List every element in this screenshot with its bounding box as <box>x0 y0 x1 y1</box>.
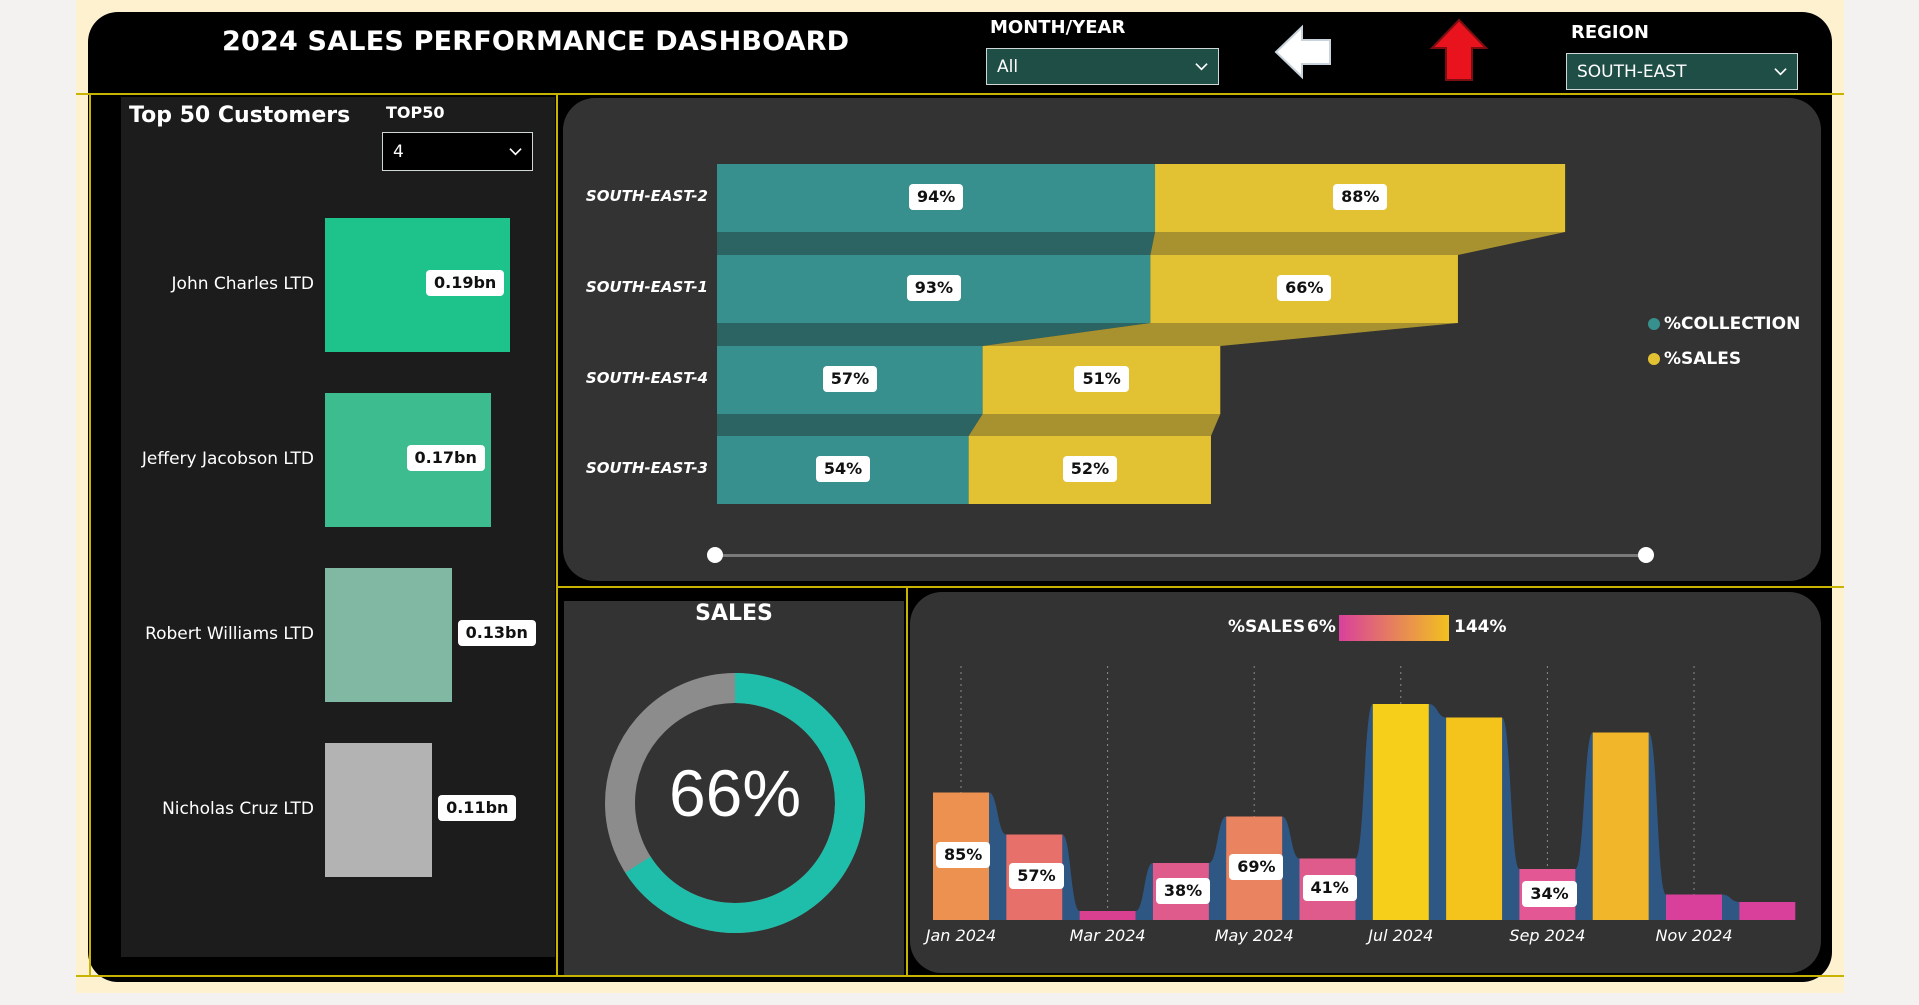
collection-value-label: 54% <box>815 456 871 482</box>
region-category-label: SOUTH-EAST-4 <box>585 369 708 387</box>
region-label: REGION <box>1571 22 1649 43</box>
guide-line <box>556 93 558 977</box>
month-bar <box>1666 894 1722 920</box>
month-bar <box>1372 704 1429 920</box>
customer-bar <box>325 568 452 702</box>
chevron-down-icon <box>509 148 522 156</box>
ribbon-connector <box>1062 834 1080 920</box>
customer-value-label: 0.11bn <box>438 795 517 821</box>
x-tick-label: Sep 2024 <box>1509 926 1586 945</box>
customer-value-label: 0.13bn <box>457 620 536 646</box>
month-year-label: MONTH/YEAR <box>990 17 1126 38</box>
legend-sales-label: %SALES <box>1664 349 1742 369</box>
region-category-label: SOUTH-EAST-2 <box>585 187 708 205</box>
month-value-label: 57% <box>1009 863 1064 890</box>
collection-value-label: 57% <box>822 366 878 392</box>
bottom-strip <box>0 993 1919 1005</box>
legend-collection[interactable]: %COLLECTION <box>1648 314 1800 334</box>
x-tick-label: Jan 2024 <box>925 926 997 945</box>
left-arrow-icon[interactable] <box>1272 22 1334 82</box>
sales-value-label: 52% <box>1062 456 1118 482</box>
customer-value-label: 0.19bn <box>426 270 505 296</box>
sales-gauge-value: 66% <box>668 756 802 830</box>
sales-value-label: 51% <box>1074 366 1129 392</box>
legend-collection-label: %COLLECTION <box>1664 314 1801 334</box>
chevron-down-icon <box>1774 68 1787 76</box>
region-value: SOUTH-EAST <box>1577 61 1687 82</box>
region-category-label: SOUTH-EAST-1 <box>585 278 708 296</box>
zoom-slider-track[interactable] <box>716 554 1646 557</box>
collection-value-label: 94% <box>909 184 964 210</box>
sales-gauge-title: SALES <box>695 601 773 626</box>
month-year-dropdown[interactable]: All <box>986 48 1219 85</box>
month-value-label: 69% <box>1229 854 1284 881</box>
top50-label: TOP50 <box>386 103 445 122</box>
month-bar <box>1446 717 1503 920</box>
month-year-value: All <box>997 56 1019 77</box>
sales-connector <box>968 414 1221 436</box>
ribbon-connector <box>1355 704 1373 920</box>
ribbon-connector <box>1502 717 1520 920</box>
guide-line <box>76 975 1844 977</box>
ribbon-connector <box>1282 816 1300 920</box>
x-tick-label: Jul 2024 <box>1368 926 1434 945</box>
sales-value-label: 88% <box>1333 184 1388 210</box>
month-value-label: 38% <box>1155 877 1211 904</box>
ribbon-connector <box>1648 732 1666 920</box>
monthly-bar-chart <box>933 666 1796 920</box>
collection-connector <box>717 232 1156 255</box>
x-tick-label: Nov 2024 <box>1655 926 1733 945</box>
guide-line <box>76 93 1844 95</box>
ribbon-connector <box>1135 863 1153 920</box>
customers-title: Top 50 Customers <box>129 103 351 128</box>
legend-sales[interactable]: %SALES <box>1648 349 1741 369</box>
customer-name: Robert Williams LTD <box>145 624 314 644</box>
collection-value-label: 93% <box>906 275 961 301</box>
customer-name: John Charles LTD <box>171 274 314 294</box>
dashboard-title: 2024 SALES PERFORMANCE DASHBOARD <box>222 26 850 57</box>
customer-bar <box>325 743 433 877</box>
x-tick-label: Mar 2024 <box>1069 926 1146 945</box>
top50-value: 4 <box>393 141 404 162</box>
sales-value-label: 66% <box>1277 275 1332 301</box>
guide-line <box>558 586 1844 588</box>
region-dropdown[interactable]: SOUTH-EAST <box>1566 53 1798 90</box>
month-value-label: 34% <box>1522 880 1577 907</box>
ribbon-connector <box>1575 732 1593 920</box>
guide-line <box>89 93 91 977</box>
x-tick-label: May 2024 <box>1214 926 1294 945</box>
ribbon-connector <box>1722 894 1740 920</box>
region-funnel-chart <box>717 164 1566 504</box>
legend-dot-icon <box>1648 353 1660 365</box>
month-bar <box>1592 732 1649 920</box>
top50-dropdown[interactable]: 4 <box>382 132 533 171</box>
sales-connector <box>1150 232 1566 255</box>
region-category-label: SOUTH-EAST-3 <box>585 459 708 477</box>
chevron-down-icon <box>1195 63 1208 71</box>
zoom-slider-start-handle[interactable] <box>707 547 723 563</box>
month-bar <box>1079 911 1136 920</box>
ribbon-connector <box>989 792 1007 920</box>
customer-name: Nicholas Cruz LTD <box>162 799 314 819</box>
collection-connector <box>717 414 983 436</box>
customer-value-label: 0.17bn <box>406 445 485 471</box>
ribbon-connector <box>1208 816 1227 920</box>
month-value-label: 41% <box>1302 875 1357 902</box>
zoom-slider-end-handle[interactable] <box>1638 547 1654 563</box>
customer-name: Jeffery Jacobson LTD <box>141 449 314 469</box>
legend-dot-icon <box>1648 318 1660 330</box>
ribbon-connector <box>1428 704 1447 920</box>
month-bar <box>1739 902 1796 920</box>
up-arrow-icon[interactable] <box>1428 18 1490 82</box>
month-value-label: 85% <box>936 842 991 869</box>
guide-line <box>906 588 908 975</box>
